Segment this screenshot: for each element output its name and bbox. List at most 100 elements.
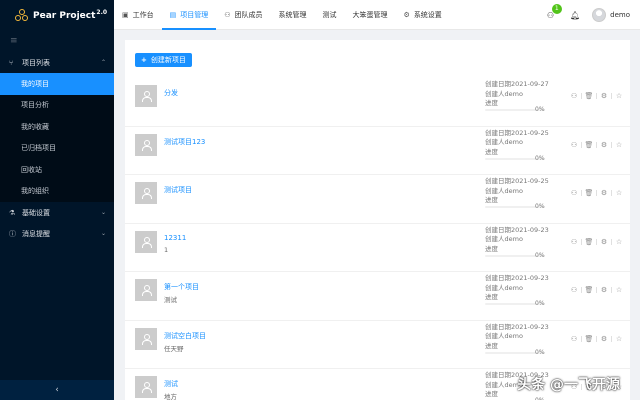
project-name[interactable]: 测试项目123 xyxy=(164,137,205,147)
star-icon[interactable]: ☆ xyxy=(612,238,626,246)
project-creator: 创建人demo xyxy=(485,332,523,340)
project-row[interactable]: 测试空白项目 任天野 创建日期2021-09-23 创建人demo 进度 0% ⚇ 🗑 ⚙ ☆ xyxy=(125,321,630,369)
tab-workbench[interactable]: ▣ 工作台 xyxy=(114,0,162,30)
delete-icon[interactable]: 🗑 xyxy=(582,335,596,343)
project-cover[interactable] xyxy=(135,230,157,253)
project-row[interactable]: 测试项目 创建日期2021-09-25 创建人demo 进度 0% ⚇ 🗑 ⚙ ☆ xyxy=(125,175,630,224)
settings-icon[interactable]: ⚙ xyxy=(597,335,611,343)
plus-icon: + xyxy=(141,56,147,64)
chevron-left-icon: ‹ xyxy=(55,385,59,395)
project-name[interactable]: 测试项目 xyxy=(164,185,192,195)
project-cover[interactable] xyxy=(135,85,157,107)
tab-system-management[interactable]: 系统管理 xyxy=(271,0,315,30)
create-project-button[interactable]: + 创建新项目 xyxy=(135,53,192,67)
project-actions: ⚇ 🗑 ⚙ ☆ xyxy=(567,189,626,197)
project-cover[interactable] xyxy=(135,279,157,301)
member-icon[interactable]: ⚇ xyxy=(567,238,581,246)
sidebar-item-project-analysis[interactable]: 项目分析 xyxy=(0,95,114,117)
progress-percent: 0% xyxy=(535,154,545,162)
project-cover[interactable] xyxy=(135,327,157,350)
user-icon xyxy=(141,236,152,248)
sidebar-item-archived[interactable]: 已归档项目 xyxy=(0,138,114,160)
sidebar-group-projects[interactable]: ⑂ 项目列表 ⌃ xyxy=(0,52,114,73)
project-row[interactable]: 12311 1 创建日期2021-09-23 创建人demo 进度 0% ⚇ 🗑 ⚙ ☆ xyxy=(125,224,630,272)
star-icon[interactable]: ☆ xyxy=(612,92,626,100)
project-list: 分发 创建日期2021-09-27 创建人demo 进度 0% ⚇ 🗑 ⚙ ☆ 测试项目123 创建… xyxy=(125,78,630,400)
member-icon[interactable]: ⚇ xyxy=(567,286,581,294)
project-row[interactable]: 分发 创建日期2021-09-27 创建人demo 进度 0% ⚇ 🗑 ⚙ ☆ xyxy=(125,78,630,127)
member-icon[interactable]: ⚇ xyxy=(567,92,581,100)
bell-icon[interactable]: 🔔︎ xyxy=(570,11,580,20)
sidebar-collapse-button[interactable]: ‹ xyxy=(0,380,114,400)
project-cover[interactable] xyxy=(135,376,157,398)
project-created-date: 创建日期2021-09-25 xyxy=(485,128,549,137)
tab-system-settings[interactable]: ⚙ 系统设置 xyxy=(396,0,450,30)
star-icon[interactable]: ☆ xyxy=(612,189,626,197)
progress-percent: 0% xyxy=(535,300,545,307)
delete-icon[interactable]: 🗑 xyxy=(582,238,596,246)
project-cover[interactable] xyxy=(135,182,157,204)
user-icon xyxy=(141,382,152,393)
tab-dabendan-management[interactable]: 大笨蛋管理 xyxy=(345,0,396,30)
project-actions: ⚇ 🗑 ⚙ ☆ xyxy=(567,286,626,294)
delete-icon[interactable]: 🗑 xyxy=(582,141,596,149)
username[interactable]: demo xyxy=(610,11,630,19)
settings-icon[interactable]: ⚙ xyxy=(597,189,611,197)
sidebar: Pear Project2.0 ≡ ⑂ 项目列表 ⌃ 我的项目 项目分析 我的收… xyxy=(0,0,114,400)
team-icon: ⚇ xyxy=(224,10,231,19)
delete-icon[interactable]: 🗑 xyxy=(582,189,596,197)
project-progress-label: 进度 xyxy=(485,196,498,204)
project-name[interactable]: 测试 xyxy=(164,379,178,389)
header-actions: ⚇ 1 🔔︎ demo xyxy=(547,0,630,30)
info-icon: ⓘ xyxy=(9,229,16,238)
sidebar-item-my-organization[interactable]: 我的组织 xyxy=(0,181,114,203)
team-switch-button[interactable]: ⚇ 1 xyxy=(547,3,562,20)
settings-icon[interactable]: ⚙ xyxy=(597,286,611,294)
member-icon[interactable]: ⚇ xyxy=(567,189,581,197)
app-logo[interactable]: Pear Project2.0 xyxy=(0,0,114,30)
delete-icon[interactable]: 🗑 xyxy=(582,286,596,294)
sidebar-group-basic-settings[interactable]: ⚗ 基础设置 ⌄ xyxy=(0,202,114,223)
project-name[interactable]: 第一个项目 xyxy=(164,282,199,292)
settings-icon[interactable]: ⚙ xyxy=(597,238,611,246)
project-description: 地方 xyxy=(164,393,177,400)
project-row[interactable]: 测试项目123 创建日期2021-09-25 创建人demo 进度 0% ⚇ 🗑 ⚙ ☆ xyxy=(125,127,630,175)
project-meta: 创建日期2021-09-23 创建人demo 进度 xyxy=(485,274,561,303)
sidebar-item-favorites[interactable]: 我的收藏 xyxy=(0,116,114,138)
chevron-up-icon: ⌃ xyxy=(100,59,106,66)
avatar[interactable] xyxy=(592,8,607,22)
user-icon xyxy=(141,91,152,102)
project-name[interactable]: 12311 xyxy=(164,234,186,242)
gear-icon: ⚙ xyxy=(403,10,410,19)
project-progress-label: 进度 xyxy=(485,244,498,253)
sidebar-item-recycle-bin[interactable]: 回收站 xyxy=(0,159,114,181)
delete-icon[interactable]: 🗑 xyxy=(582,92,596,100)
project-name[interactable]: 测试空白项目 xyxy=(164,331,206,341)
user-icon xyxy=(141,188,152,199)
sidebar-group-notifications[interactable]: ⓘ 消息提醒 ⌄ xyxy=(0,223,114,244)
project-row[interactable]: 第一个项目测试 创建日期2021-09-23 创建人demo 进度 0% ⚇ 🗑 ⚙ ☆ xyxy=(125,272,630,321)
settings-icon[interactable]: ⚙ xyxy=(597,141,611,149)
project-cover[interactable] xyxy=(135,133,157,156)
tab-project-management[interactable]: ▤ 项目管理 xyxy=(161,0,217,30)
project-progress-label: 进度 xyxy=(485,341,498,350)
star-icon[interactable]: ☆ xyxy=(612,141,626,149)
progress-percent: 0% xyxy=(535,251,545,259)
star-icon[interactable]: ☆ xyxy=(612,286,626,294)
project-meta: 创建日期2021-09-23 创建人demo 进度 xyxy=(485,226,561,255)
progress-percent: 0% xyxy=(535,348,545,356)
project-name[interactable]: 分发 xyxy=(164,88,178,98)
member-icon[interactable]: ⚇ xyxy=(567,141,581,149)
project-description: 测试 xyxy=(164,296,177,304)
menu-toggle-icon[interactable]: ≡ xyxy=(0,30,114,52)
user-icon xyxy=(141,333,152,345)
project-created-date: 创建日期2021-09-23 xyxy=(485,322,549,331)
member-icon[interactable]: ⚇ xyxy=(567,335,581,343)
sidebar-item-my-projects[interactable]: 我的项目 xyxy=(0,73,114,95)
star-icon[interactable]: ☆ xyxy=(612,335,626,343)
project-creator: 创建人demo xyxy=(485,89,523,98)
settings-icon[interactable]: ⚙ xyxy=(597,92,611,100)
tab-team-members[interactable]: ⚇ 团队成员 xyxy=(216,0,270,30)
project-creator: 创建人demo xyxy=(485,283,523,292)
tab-test[interactable]: 测试 xyxy=(315,0,345,30)
